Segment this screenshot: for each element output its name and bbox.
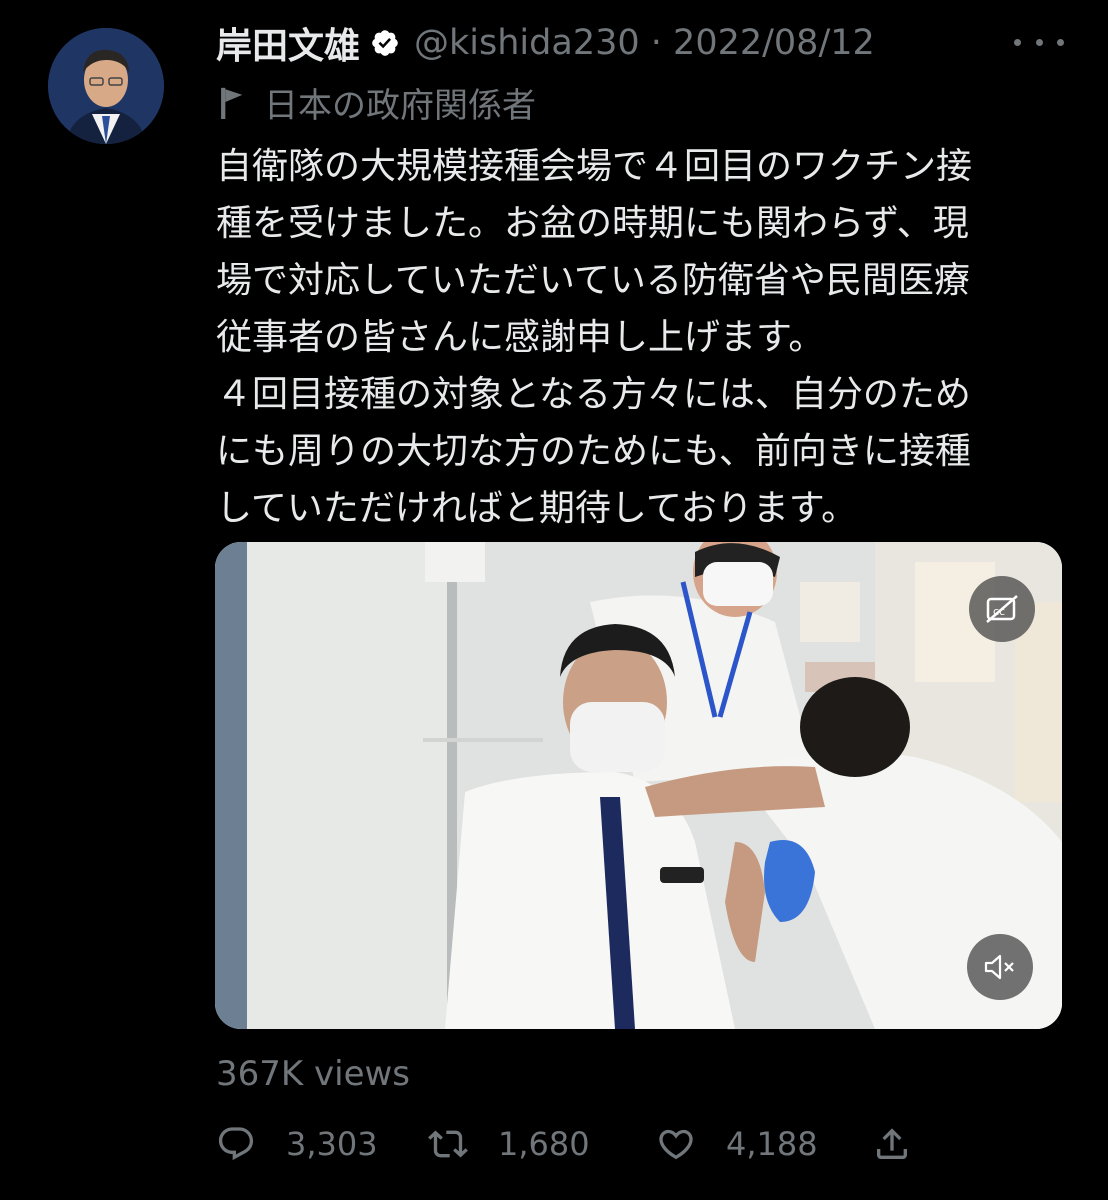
reply-icon [218, 1127, 254, 1161]
video-frame [215, 542, 1062, 1029]
heart-icon [659, 1129, 693, 1160]
more-options-icon[interactable] [1014, 24, 1064, 60]
author-handle[interactable]: @kishida230 [414, 23, 640, 63]
repost-icon [428, 1130, 468, 1158]
reply-count: 3,303 [286, 1125, 378, 1163]
affiliation-text: 日本の政府関係者 [264, 85, 536, 126]
tweet-line: にも周りの大切な方のためにも、前向きに接種 [216, 431, 971, 472]
tweet-text: 自衛隊の大規模接種会場で４回目のワクチン接 種を受けました。お盆の時期にも関わら… [216, 138, 1066, 537]
like-button[interactable]: 4,188 [656, 1118, 818, 1170]
tweet-header: 岸田文雄 @kishida230 · 2022/08/12 [216, 18, 875, 68]
author-avatar[interactable] [48, 28, 164, 144]
tweet-line: 従事者の皆さんに感謝申し上げます。 [216, 317, 825, 358]
repost-button[interactable]: 1,680 [428, 1118, 590, 1170]
tweet-line: 自衛隊の大規模接種会場で４回目のワクチン接 [216, 146, 973, 187]
tweet-line: 種を受けました。お盆の時期にも関わらず、現 [216, 203, 969, 244]
flag-icon [221, 87, 243, 119]
video-player[interactable]: cc [215, 542, 1062, 1029]
tweet-line: ４回目接種の対象となる方々には、自分のため [216, 374, 971, 415]
like-count: 4,188 [726, 1125, 818, 1163]
tweet-line: していただければと期待しております。 [216, 488, 858, 529]
verified-badge-icon [372, 30, 398, 56]
action-bar: 3,303 1,680 4,188 [216, 1118, 916, 1170]
view-count: 367K views [216, 1054, 411, 1094]
author-name[interactable]: 岸田文雄 [216, 17, 360, 69]
header-separator: · [650, 23, 662, 63]
reply-button[interactable]: 3,303 [216, 1118, 378, 1170]
tweet-date[interactable]: 2022/08/12 [673, 23, 875, 63]
mute-button[interactable] [967, 934, 1033, 1000]
cc-off-icon: cc [986, 595, 1018, 623]
speaker-muted-icon [984, 954, 1014, 980]
share-button[interactable] [872, 1118, 942, 1170]
captions-button[interactable]: cc [969, 576, 1035, 642]
repost-count: 1,680 [498, 1125, 590, 1163]
share-icon [877, 1128, 907, 1159]
tweet-line: 場で対応していただいている防衛省や民間医療 [216, 260, 970, 301]
affiliation-label: 日本の政府関係者 [216, 78, 536, 126]
